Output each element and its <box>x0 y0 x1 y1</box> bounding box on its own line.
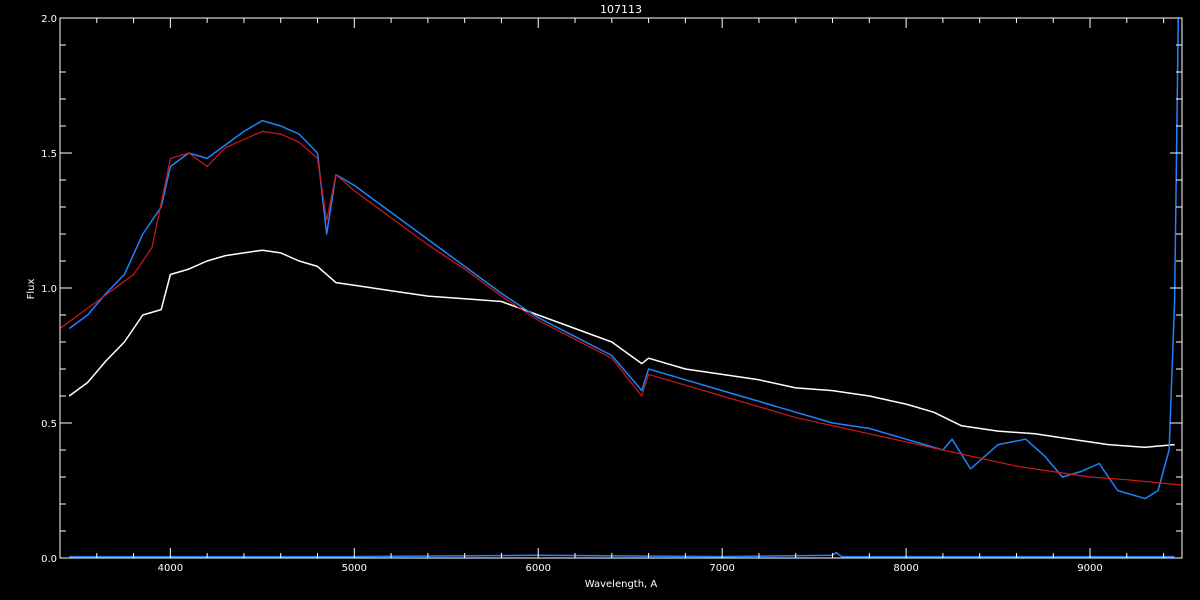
y-tick-label: 0.5 <box>41 419 57 430</box>
y-tick-label: 2.0 <box>41 14 57 25</box>
chart-background <box>0 0 1200 600</box>
y-tick-label: 1.0 <box>41 284 57 295</box>
chart-title: 107113 <box>600 3 642 16</box>
x-tick-label: 8000 <box>893 563 918 574</box>
x-tick-label: 6000 <box>526 563 551 574</box>
y-axis-label: Flux <box>26 279 37 300</box>
y-tick-label: 1.5 <box>41 149 57 160</box>
x-tick-label: 4000 <box>158 563 183 574</box>
y-tick-label: 0.0 <box>41 554 57 565</box>
x-tick-label: 5000 <box>342 563 367 574</box>
x-axis-label: Wavelength, A <box>585 579 658 590</box>
x-tick-label: 9000 <box>1077 563 1102 574</box>
x-tick-label: 7000 <box>709 563 734 574</box>
spectrum-chart: 107113 Wavelength, A Flux 4000 5000 6000 70… <box>0 0 1200 600</box>
